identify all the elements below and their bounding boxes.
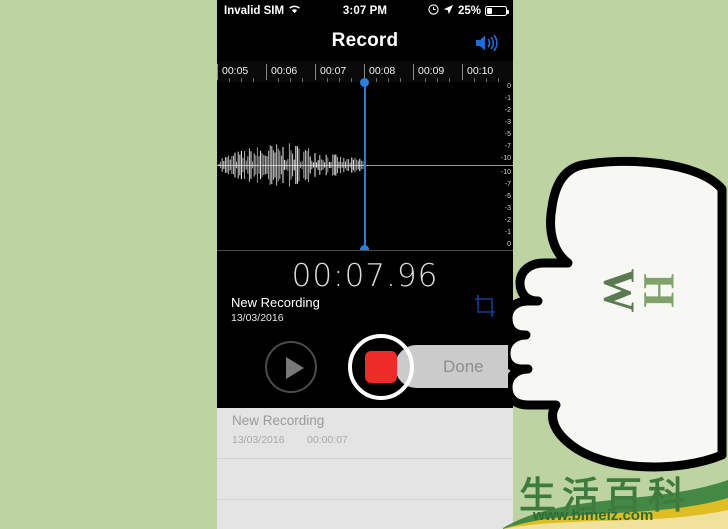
brand-letter-w: W [594, 268, 644, 312]
alarm-clock-icon [428, 3, 439, 18]
list-item-date: 13/03/2016 [232, 434, 285, 446]
phone-screen: Invalid SIM 3:07 PM 25% Record 00:05 00:… [217, 0, 513, 529]
db-tick: -2 [504, 107, 511, 114]
db-tick: -3 [504, 119, 511, 126]
clock-label: 3:07 PM [342, 4, 388, 17]
list-empty-row [217, 500, 513, 529]
recordings-list: New Recording 13/03/2016 00:00:07 [217, 408, 513, 529]
battery-percent-label: 25% [457, 4, 481, 17]
db-tick: 0 [507, 83, 511, 90]
current-recording-name: New Recording [231, 295, 320, 310]
db-tick: -5 [504, 131, 511, 138]
db-tick: -7 [504, 143, 511, 150]
screenshot-stage: Invalid SIM 3:07 PM 25% Record 00:05 00:… [0, 0, 728, 529]
play-icon[interactable] [265, 341, 317, 393]
playhead-line[interactable] [364, 82, 366, 249]
recording-info-panel: 00:07.96 New Recording 13/03/2016 [217, 250, 513, 329]
location-arrow-icon [443, 4, 454, 18]
db-scale-top: 0 -1 -2 -3 -5 -7 -10 [501, 83, 511, 162]
current-recording-date: 13/03/2016 [231, 312, 284, 324]
status-bar-right: 25% [428, 0, 509, 21]
status-bar: Invalid SIM 3:07 PM 25% [217, 0, 513, 21]
record-stop-icon[interactable] [348, 334, 414, 400]
list-item[interactable]: New Recording 13/03/2016 00:00:07 [217, 408, 513, 459]
ruler-tick-label: 00:10 [462, 64, 493, 80]
transport-controls: Done [217, 328, 513, 408]
page-title: Record [331, 30, 399, 51]
elapsed-time: 00:07.96 [291, 258, 439, 294]
nav-bar: Record [217, 21, 513, 61]
crop-trim-icon[interactable] [473, 294, 497, 323]
ruler-tick-label: 00:06 [266, 64, 297, 80]
list-item-duration: 00:00:07 [307, 434, 348, 446]
db-tick: -1 [504, 95, 511, 102]
ruler-tick-label: 00:09 [413, 64, 444, 80]
wikihow-brand-mark: H W [595, 269, 684, 312]
done-button-label: Done [443, 356, 484, 376]
speaker-on-icon[interactable] [474, 33, 500, 58]
ruler-tick-label: 00:08 [364, 64, 395, 80]
ruler-tick-label: 00:05 [217, 64, 248, 80]
list-empty-row [217, 459, 513, 500]
watermark: 生活百科 www.bimeiz.com [503, 462, 728, 529]
pointing-hand-icon [508, 156, 727, 472]
watermark-url: www.bimeiz.com [533, 507, 654, 524]
list-item-title: New Recording [232, 413, 325, 428]
battery-icon [485, 5, 509, 16]
playhead-handle-top[interactable] [360, 78, 369, 87]
ruler-tick-label: 00:07 [315, 64, 346, 80]
